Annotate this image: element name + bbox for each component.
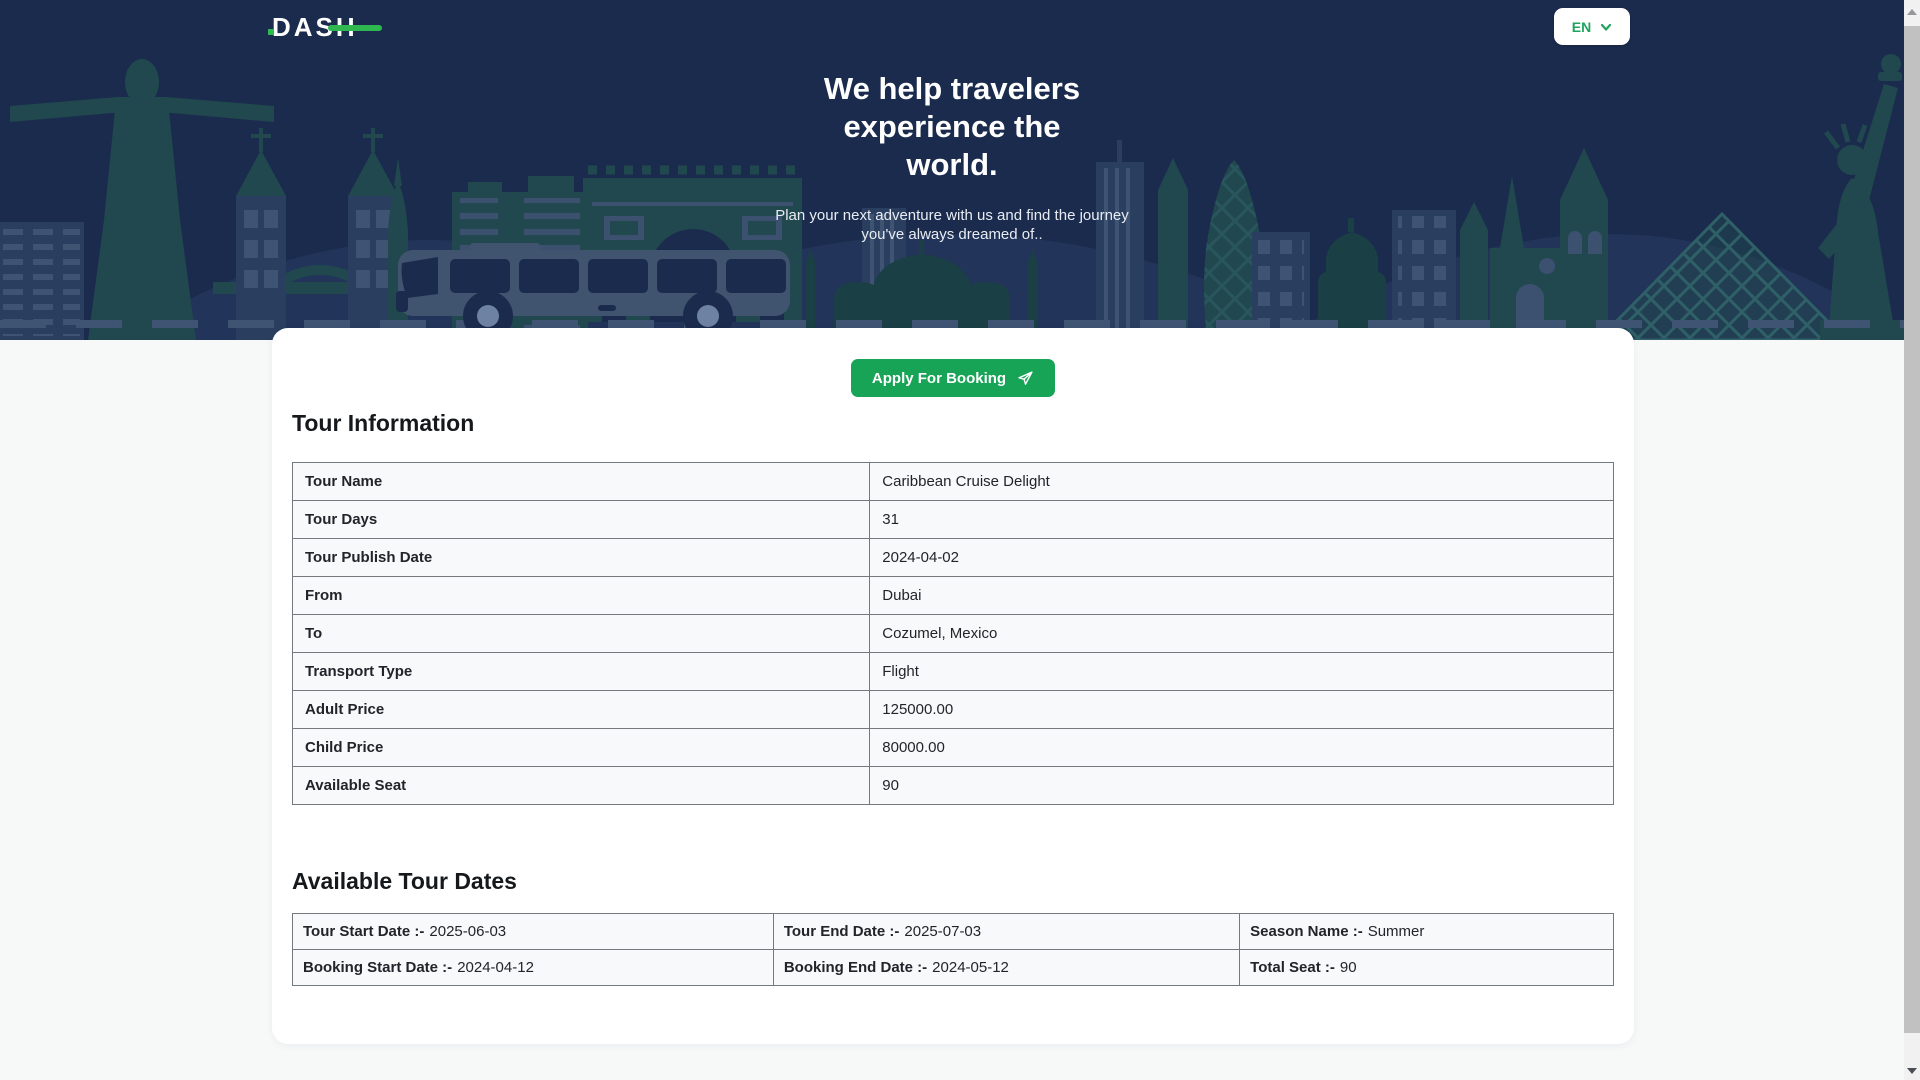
vertical-scrollbar[interactable] [1904, 0, 1920, 1080]
date-label: Tour End Date :- [784, 923, 900, 940]
date-label: Booking End Date :- [784, 959, 927, 976]
scrollbar-down-arrow-icon[interactable] [1907, 1068, 1917, 1074]
hero-subtitle-line: you've always dreamed of.. [632, 225, 1272, 244]
date-value: 2025-06-03 [429, 923, 506, 940]
hero-title-line: experience the [632, 108, 1272, 146]
apply-button-label: Apply For Booking [872, 370, 1006, 387]
hero-subtitle-line: Plan your next adventure with us and fin… [632, 206, 1272, 225]
row-value: Flight [870, 653, 1614, 691]
row-value: Caribbean Cruise Delight [870, 463, 1614, 501]
tour-information-table: Tour Name Caribbean Cruise Delight Tour … [292, 462, 1614, 805]
table-row: Tour Publish Date 2024-04-02 [293, 539, 1614, 577]
language-selected-label: EN [1572, 19, 1591, 35]
apply-button-row: Apply For Booking [272, 328, 1634, 397]
date-value: 2024-04-12 [457, 959, 534, 976]
date-cell: Booking End Date :- 2024-05-12 [773, 950, 1239, 986]
row-label: From [293, 577, 870, 615]
brand-logo[interactable]: DASH [272, 12, 358, 42]
table-row: Booking Start Date :- 2024-04-12 Booking … [293, 950, 1614, 986]
table-row: Tour Days 31 [293, 501, 1614, 539]
table-row: Tour Name Caribbean Cruise Delight [293, 463, 1614, 501]
row-label: Available Seat [293, 767, 870, 805]
date-value: Summer [1368, 923, 1425, 940]
table-row: From Dubai [293, 577, 1614, 615]
date-cell: Tour End Date :-2025-07-03 [773, 914, 1239, 950]
row-value: 80000.00 [870, 729, 1614, 767]
row-value: Cozumel, Mexico [870, 615, 1614, 653]
row-value: 2024-04-02 [870, 539, 1614, 577]
date-value: 90 [1340, 959, 1357, 976]
date-cell: Season Name :- Summer [1240, 914, 1614, 950]
apply-for-booking-button[interactable]: Apply For Booking [851, 359, 1055, 397]
row-value: Dubai [870, 577, 1614, 615]
row-label: Adult Price [293, 691, 870, 729]
date-value: 2025-07-03 [904, 923, 981, 940]
table-row: Transport Type Flight [293, 653, 1614, 691]
hero-text-block: We help travelers experience the world. … [632, 70, 1272, 244]
date-label: Season Name :- [1250, 923, 1363, 940]
scrollbar-thumb[interactable] [1904, 26, 1920, 1033]
row-value: 31 [870, 501, 1614, 539]
row-label: Tour Name [293, 463, 870, 501]
language-selector[interactable]: EN [1554, 8, 1630, 45]
logo-dash-accent [328, 25, 382, 31]
available-tour-dates-table: Tour Start Date :- 2025-06-03 Tour End Da… [292, 913, 1614, 986]
date-cell: Booking Start Date :- 2024-04-12 [293, 950, 774, 986]
table-row: Adult Price 125000.00 [293, 691, 1614, 729]
hero-title-line: We help travelers [632, 70, 1272, 108]
row-label: Tour Publish Date [293, 539, 870, 577]
row-label: Transport Type [293, 653, 870, 691]
hero-banner: DASH EN We help travelers experience the… [0, 0, 1904, 340]
tour-details-card: Apply For Booking Tour Information Tour … [272, 328, 1634, 1044]
date-label: Total Seat :- [1250, 959, 1335, 976]
table-row: Available Seat 90 [293, 767, 1614, 805]
logo-dot-accent [268, 29, 274, 35]
date-value: 2024-05-12 [932, 959, 1009, 976]
hero-subtitle: Plan your next adventure with us and fin… [632, 206, 1272, 244]
chevron-down-icon [1600, 21, 1612, 33]
date-label: Tour Start Date :- [303, 923, 424, 940]
scrollbar-up-arrow-icon[interactable] [1907, 9, 1917, 15]
hero-title: We help travelers experience the world. [632, 70, 1272, 184]
send-icon [1017, 370, 1034, 387]
hero-title-line: world. [632, 146, 1272, 184]
date-cell: Total Seat :- 90 [1240, 950, 1614, 986]
row-value: 125000.00 [870, 691, 1614, 729]
date-label: Booking Start Date :- [303, 959, 452, 976]
table-row: Child Price 80000.00 [293, 729, 1614, 767]
date-cell: Tour Start Date :- 2025-06-03 [293, 914, 774, 950]
row-value: 90 [870, 767, 1614, 805]
page: DASH EN We help travelers experience the… [0, 0, 1920, 1080]
table-row: Tour Start Date :- 2025-06-03 Tour End Da… [293, 914, 1614, 950]
row-label: To [293, 615, 870, 653]
row-label: Child Price [293, 729, 870, 767]
tour-information-heading: Tour Information [292, 410, 1634, 437]
available-tour-dates-heading: Available Tour Dates [292, 868, 1634, 895]
row-label: Tour Days [293, 501, 870, 539]
table-row: To Cozumel, Mexico [293, 615, 1614, 653]
